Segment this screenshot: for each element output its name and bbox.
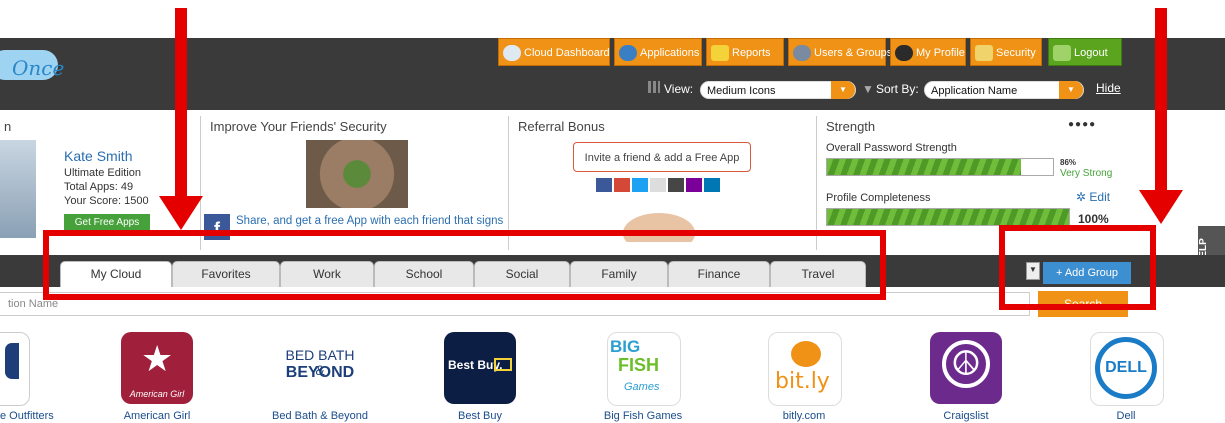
grid-view-icon — [648, 81, 660, 93]
yahoo-share-icon[interactable] — [686, 178, 702, 192]
annotation-arrow-left — [175, 8, 187, 198]
app-tile-big-fish-games[interactable]: BIG FISH Games — [607, 332, 681, 406]
cloud-icon — [503, 45, 521, 62]
password-rating: Very Strong — [1060, 168, 1113, 179]
filter-icon: ▼ — [862, 82, 874, 96]
view-select[interactable]: Medium Icons ▼ — [700, 81, 856, 99]
facebook-share-icon[interactable] — [596, 178, 612, 192]
invite-friend-button[interactable]: Invite a friend & add a Free App — [573, 142, 751, 172]
profile-percent: 100% — [1078, 212, 1109, 226]
edit-profile-link[interactable]: ✲ Edit — [1076, 190, 1110, 204]
password-percent: 86% — [1060, 158, 1077, 167]
app-tile-craigslist[interactable]: ☮ — [930, 332, 1002, 404]
lock-icon — [975, 45, 993, 62]
view-label: View: — [664, 82, 694, 96]
user-score: Your Score: 1500 — [64, 195, 149, 207]
chevron-down-icon: ▼ — [831, 81, 855, 99]
nav-reports[interactable]: Reports — [706, 38, 784, 66]
peace-icon: ☮ — [942, 340, 990, 388]
app-tile-bed-bath-beyond[interactable]: BED BATH & BEYOND — [284, 332, 356, 404]
share-link[interactable]: Share, and get a free App with each frie… — [236, 215, 503, 227]
nav-security[interactable]: Security — [970, 38, 1042, 66]
twitter-share-icon[interactable] — [632, 178, 648, 192]
app-tile-outfitters[interactable] — [0, 332, 30, 406]
sort-label: Sort By: — [876, 82, 919, 96]
user-edition: Ultimate Edition — [64, 167, 142, 179]
gear-icon: ✲ — [1076, 190, 1087, 204]
nav-applications[interactable]: Applications — [614, 38, 702, 66]
app-label-bitly[interactable]: bitly.com — [768, 410, 840, 422]
reports-icon — [711, 45, 729, 62]
total-apps: Total Apps: 49 — [64, 181, 134, 193]
star-icon: ★ — [141, 338, 174, 379]
chevron-down-icon: ▼ — [1059, 81, 1083, 99]
globe-icon — [619, 45, 637, 62]
app-label-dell[interactable]: Dell — [1090, 410, 1162, 422]
email-share-icon[interactable] — [650, 178, 666, 192]
annotation-box-add-group — [999, 225, 1156, 310]
profile-completeness-bar — [826, 208, 1070, 226]
app-label-big-fish-games[interactable]: Big Fish Games — [597, 410, 689, 422]
price-tag-icon — [494, 358, 512, 371]
hide-link[interactable]: Hide — [1096, 81, 1121, 95]
user-name: Kate Smith — [64, 148, 133, 164]
nav-cloud-dashboard[interactable]: Cloud Dashboard — [498, 38, 610, 66]
app-label-best-buy[interactable]: Best Buy — [444, 410, 516, 422]
profile-icon — [895, 45, 913, 62]
annotation-arrow-right — [1155, 8, 1167, 193]
linkedin-share-icon[interactable] — [704, 178, 720, 192]
key-icon — [1053, 45, 1071, 62]
app-label-bed-bath-beyond[interactable]: Bed Bath & Beyond — [264, 410, 376, 422]
nav-logout[interactable]: Logout — [1048, 38, 1122, 66]
users-icon — [793, 45, 811, 62]
app-tile-best-buy[interactable]: Best Buy. — [444, 332, 516, 404]
password-strength-bar — [826, 158, 1054, 176]
app-label-craigslist[interactable]: Craigslist — [930, 410, 1002, 422]
hands-photo — [306, 140, 408, 208]
annotation-arrowhead-left — [159, 196, 203, 230]
google-plus-share-icon[interactable] — [614, 178, 630, 192]
avatar — [0, 140, 36, 238]
nav-my-profile[interactable]: My Profile — [890, 38, 966, 66]
once-logo[interactable]: Once — [0, 46, 86, 88]
annotation-box-tabs — [43, 230, 886, 300]
bird-icon — [5, 343, 19, 379]
puffer-fish-icon — [791, 341, 821, 367]
app-tile-dell[interactable]: DELL — [1090, 332, 1164, 406]
app-label-outfitters[interactable]: e Outfitters — [0, 410, 54, 422]
annotation-arrowhead-right — [1139, 190, 1183, 224]
carousel-dots[interactable]: ●●●● — [1068, 119, 1096, 130]
app-tile-american-girl[interactable]: ★ American Girl — [121, 332, 193, 404]
sort-select[interactable]: Application Name ▼ — [924, 81, 1084, 99]
wordpress-share-icon[interactable] — [668, 178, 684, 192]
nav-users-groups[interactable]: Users & Groups — [788, 38, 892, 66]
app-tile-bitly[interactable]: bit.ly — [768, 332, 842, 406]
app-label-american-girl[interactable]: American Girl — [121, 410, 193, 422]
